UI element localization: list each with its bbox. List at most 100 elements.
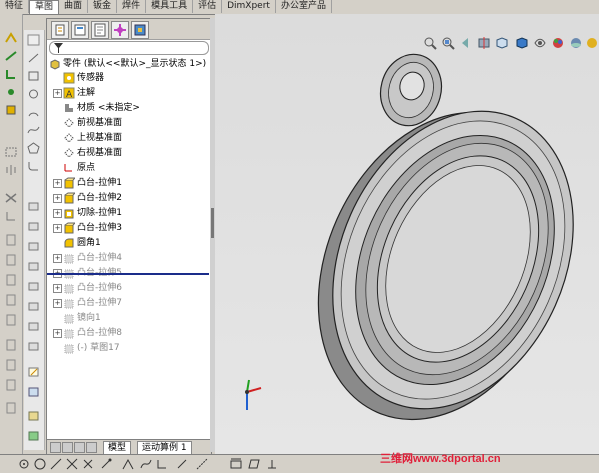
smart-dimension-icon[interactable] <box>4 32 18 44</box>
sketch-angle-icon[interactable] <box>156 458 168 470</box>
sketch-rectangle-icon[interactable] <box>230 458 242 470</box>
expand-icon[interactable]: + <box>53 194 62 203</box>
lofted-boss-icon[interactable] <box>27 260 40 272</box>
part-model[interactable] <box>215 14 599 454</box>
line-tool-icon[interactable] <box>27 52 40 64</box>
tab-evaluate[interactable]: 评估 <box>193 0 223 13</box>
sketch-point-icon[interactable] <box>18 458 30 470</box>
revolved-boss-icon[interactable] <box>27 220 40 232</box>
spline-tool-icon[interactable] <box>27 124 40 136</box>
sketch-icon <box>63 342 75 354</box>
tree-item-label: 凸台-拉伸7 <box>77 298 122 308</box>
expand-icon[interactable]: + <box>53 299 62 308</box>
arc-tool-icon[interactable] <box>27 106 40 118</box>
point-icon[interactable] <box>4 86 18 98</box>
circle-tool-icon[interactable] <box>27 88 40 100</box>
fillet-feature-icon[interactable] <box>27 320 40 332</box>
rapid-sketch-icon[interactable] <box>4 359 18 371</box>
panel-bottom-tabs: 模型 运动算例 1 <box>47 439 211 455</box>
display-relations-icon[interactable] <box>4 68 18 80</box>
sketch-options-icon[interactable] <box>4 402 18 414</box>
instant-2d-icon[interactable] <box>4 379 18 391</box>
sketch-relations-icon[interactable] <box>266 458 278 470</box>
feature-filter-input[interactable] <box>49 41 209 55</box>
quick-snaps-icon[interactable] <box>4 104 18 116</box>
expand-icon[interactable]: + <box>53 284 62 293</box>
plane-icon <box>63 132 75 144</box>
prev-tab-button[interactable] <box>62 442 73 453</box>
line-icon[interactable] <box>4 50 18 62</box>
expand-icon[interactable]: + <box>53 209 62 218</box>
tree-item-label: 圆角1 <box>77 238 101 248</box>
rectangle-tool-icon[interactable] <box>27 70 40 82</box>
sketch-parallelogram-icon[interactable] <box>248 458 260 470</box>
edit-sketch-icon[interactable] <box>27 366 40 378</box>
panel-tab-bar <box>47 19 211 40</box>
tab-sketch[interactable]: 草图 <box>29 0 60 14</box>
tree-item-label: 镜向1 <box>77 313 101 323</box>
circular-pattern-icon[interactable] <box>4 294 18 306</box>
tab-surfaces[interactable]: 曲面 <box>59 0 89 13</box>
trim-icon[interactable] <box>4 192 18 204</box>
chamfer-feature-icon[interactable] <box>27 340 40 352</box>
design-library-icon[interactable] <box>27 410 40 422</box>
tab-dimxpert[interactable]: DimXpert <box>222 0 276 13</box>
graphics-area[interactable] <box>215 14 599 454</box>
tab-weldments[interactable]: 焊件 <box>117 0 147 13</box>
file-explorer-icon[interactable] <box>27 430 40 442</box>
repair-sketch-icon[interactable] <box>4 339 18 351</box>
next-tab-button[interactable] <box>74 442 85 453</box>
tab-motion-study[interactable]: 运动算例 1 <box>137 441 192 455</box>
dimxpert-manager-tab[interactable] <box>111 21 129 39</box>
extend-icon[interactable] <box>4 210 18 222</box>
coordinate-triad <box>245 379 262 410</box>
tree-item-label: 上视基准面 <box>77 133 123 143</box>
swept-boss-icon[interactable] <box>27 240 40 252</box>
sketch-spline-icon[interactable] <box>140 458 152 470</box>
sketch-offset-icon[interactable] <box>100 458 112 470</box>
fillet-tool-icon[interactable] <box>27 160 40 172</box>
tree-item-label: 凸台-拉伸3 <box>77 223 122 233</box>
hole-wizard-icon[interactable] <box>27 300 40 312</box>
display-manager-tab[interactable] <box>131 21 149 39</box>
extruded-boss-icon[interactable] <box>27 200 40 212</box>
sketch-line-icon[interactable] <box>50 458 62 470</box>
expand-icon[interactable]: + <box>53 329 62 338</box>
sketch-icon[interactable] <box>27 34 40 46</box>
extruded-cut-icon[interactable] <box>27 280 40 292</box>
sketch-arc-icon[interactable] <box>66 458 78 470</box>
tab-mold-tools[interactable]: 模具工具 <box>146 0 194 13</box>
pendant-model[interactable] <box>272 47 599 454</box>
sketch-fillet-icon[interactable] <box>176 458 188 470</box>
configuration-manager-tab[interactable] <box>91 21 109 39</box>
mirror-entities-icon[interactable] <box>4 164 18 176</box>
convert-icon[interactable] <box>4 254 18 266</box>
expand-icon[interactable]: + <box>53 224 62 233</box>
expand-icon[interactable]: + <box>53 179 62 188</box>
sketch-mirror-icon[interactable] <box>122 458 134 470</box>
property-manager-tab[interactable] <box>71 21 89 39</box>
rollback-bar[interactable] <box>47 273 209 275</box>
sketch-centerline-icon[interactable] <box>196 458 208 470</box>
tab-office-products[interactable]: 办公室产品 <box>276 0 332 13</box>
expand-icon[interactable]: + <box>53 254 62 263</box>
move-entities-icon[interactable] <box>4 314 18 326</box>
tree-item-label: 前视基准面 <box>77 118 123 128</box>
extrude-icon <box>63 177 77 189</box>
tab-sheet-metal[interactable]: 钣金 <box>88 0 118 13</box>
tab-model[interactable]: 模型 <box>103 441 132 455</box>
select-box-icon[interactable] <box>4 146 18 158</box>
reference-geometry-icon[interactable] <box>27 386 40 398</box>
polygon-tool-icon[interactable] <box>27 142 40 154</box>
sketch-circle-icon[interactable] <box>34 458 46 470</box>
offset-icon[interactable] <box>4 234 18 246</box>
feature-manager-tab[interactable] <box>51 21 69 39</box>
first-tab-button[interactable] <box>50 442 61 453</box>
last-tab-button[interactable] <box>86 442 97 453</box>
tab-features[interactable]: 特征 <box>0 0 30 13</box>
linear-pattern-icon[interactable] <box>4 274 18 286</box>
expand-icon[interactable]: + <box>53 89 62 98</box>
tree-item-label: 切除-拉伸1 <box>77 208 122 218</box>
tree-root-label: 零件 (默认<<默认>_显示状态 1>) <box>63 59 207 69</box>
sketch-trim-icon[interactable] <box>82 458 94 470</box>
